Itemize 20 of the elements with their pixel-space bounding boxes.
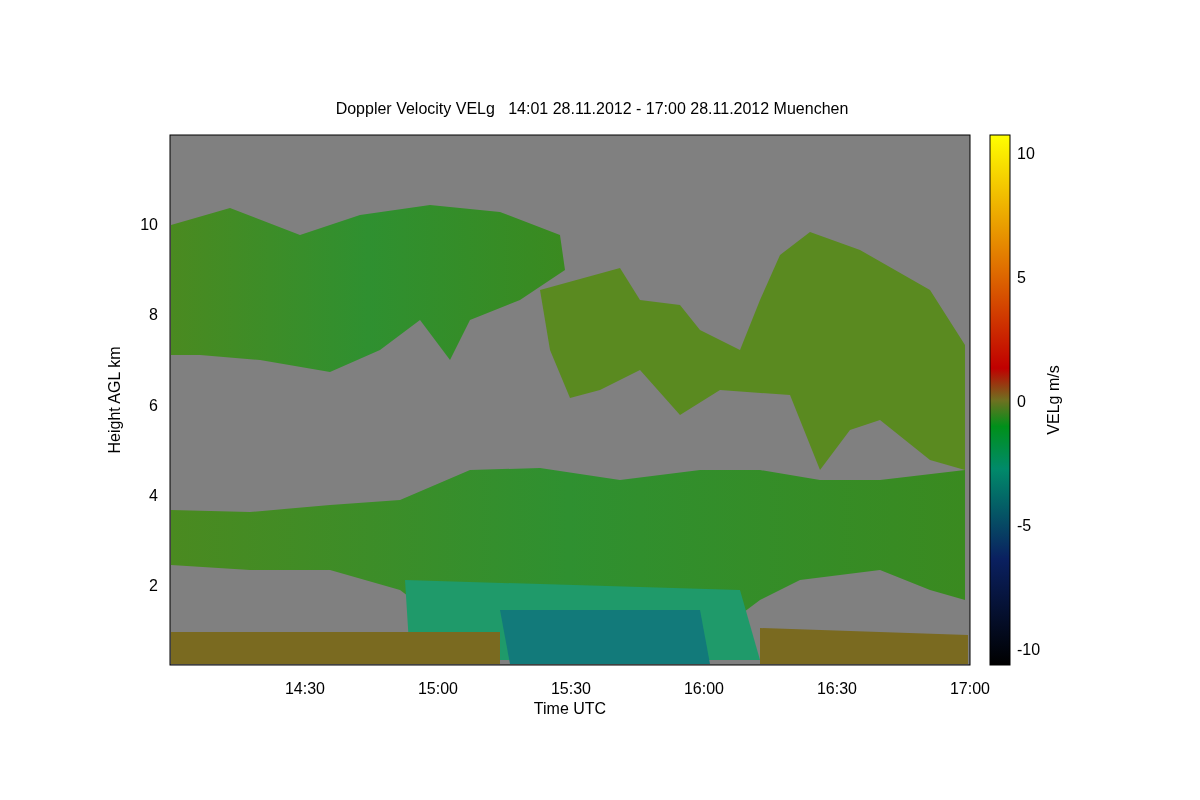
x-tick-label: 15:30 [551, 680, 591, 697]
x-axis-label: Time UTC [533, 700, 607, 717]
x-tick-label: 15:00 [418, 680, 458, 697]
x-tick-label: 16:30 [817, 680, 857, 697]
y-tick-label: 6 [149, 396, 158, 414]
x-tick-label: 14:30 [285, 680, 325, 697]
y-tick-label: 10 [140, 216, 158, 233]
x-tick-label: 16:00 [684, 680, 724, 697]
y-tick-label: 4 [149, 486, 158, 504]
colorbar-tick-label: -5 [1017, 517, 1032, 534]
colorbar-tick-label: 10 [1017, 145, 1035, 162]
colorbar-label: VELg m/s [1045, 365, 1062, 435]
y-axis-label: Height AGL km [106, 346, 123, 454]
chart-title: Doppler Velocity VELg 14:01 28.11.2012 - 17:00 28.11.2012 Muenchen [335, 100, 849, 117]
y-tick-label: 8 [149, 306, 158, 324]
y-tick-label: 2 [149, 577, 158, 594]
x-tick-label: 17:00 [950, 680, 990, 697]
colorbar-tick-label: 5 [1017, 269, 1026, 286]
colorbar-tick-label: -10 [1017, 641, 1041, 658]
colorbar-tick-label: 0 [1017, 393, 1026, 410]
